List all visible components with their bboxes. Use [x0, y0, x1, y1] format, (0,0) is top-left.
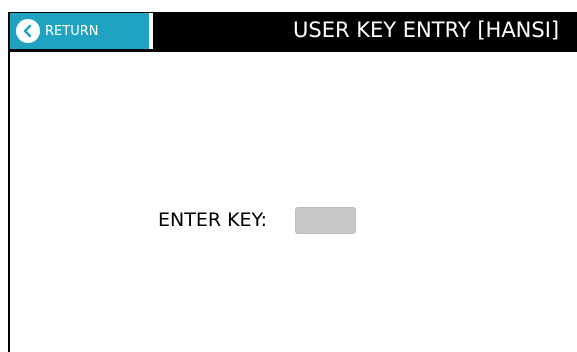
header-bar: RETURN USER KEY ENTRY [HANSI] [8, 12, 577, 52]
return-label: RETURN [45, 23, 99, 39]
return-button[interactable]: RETURN [10, 13, 153, 49]
screen: RETURN USER KEY ENTRY [HANSI] ENTER KEY: [0, 0, 577, 352]
screen-left-border [8, 12, 10, 352]
chevron-left-circle-icon [16, 19, 40, 43]
key-input[interactable] [295, 207, 356, 234]
enter-key-label: ENTER KEY: [158, 209, 268, 231]
page-title: USER KEY ENTRY [HANSI] [293, 18, 560, 42]
